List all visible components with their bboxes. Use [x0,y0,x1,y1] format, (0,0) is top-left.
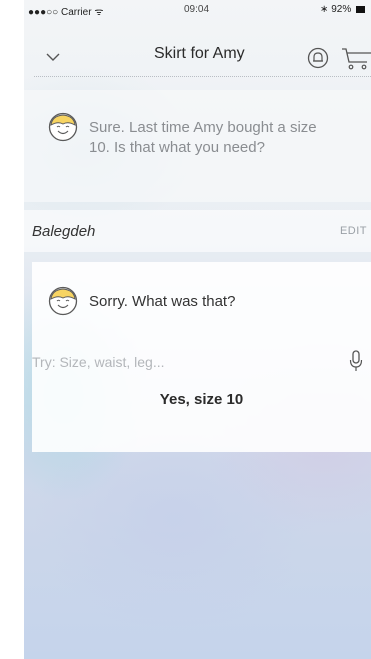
assistant-avatar-icon [48,286,78,316]
user-entry-text: Balegdeh [32,223,96,240]
app-screen: ●●●○○ Carrier ᯤ 09:04 ∗ 92% Skirt for Am… [24,0,371,659]
microphone-icon[interactable] [349,350,363,372]
carrier-signal: ●●●○○ Carrier ᯤ [28,7,104,18]
nav-bar: Skirt for Amy [24,20,371,76]
assistant-retry-text: Sorry. What was that? [89,293,236,310]
assistant-message-card: Sure. Last time Amy bought a size 10. Is… [24,90,371,202]
user-entry-row: Balegdeh EDIT [24,210,371,252]
nav-divider [34,76,371,77]
page-title: Skirt for Amy [154,45,245,62]
status-bar: ●●●○○ Carrier ᯤ 09:04 ∗ 92% [24,0,371,20]
battery-label: ∗ 92% [320,4,352,15]
status-time: 09:04 [184,4,210,15]
assistant-retry-card: Sorry. What was that? Try: Size, waist, … [32,262,371,452]
notification-bell-icon[interactable] [307,47,329,69]
assistant-avatar-icon [48,112,78,142]
reply-input[interactable]: Try: Size, waist, leg... [32,340,371,384]
battery-icon [356,5,365,13]
suggestion-button[interactable]: Yes, size 10 [32,384,371,416]
edit-button[interactable]: EDIT [340,225,367,237]
battery-status: ∗ 92% [320,4,365,15]
cart-icon[interactable] [341,47,371,71]
chevron-down-icon[interactable] [46,50,60,64]
assistant-message-text: Sure. Last time Amy bought a size 10. Is… [89,119,317,156]
reply-input-placeholder: Try: Size, waist, leg... [32,354,165,370]
